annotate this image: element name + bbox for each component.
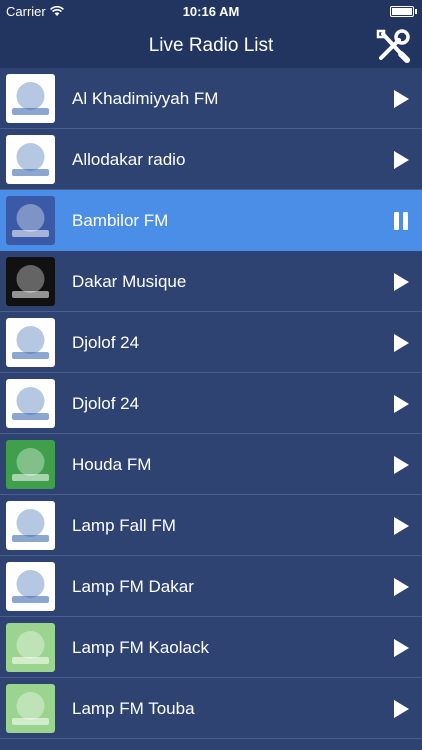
play-icon[interactable] (390, 149, 412, 171)
station-row[interactable]: Dakar Musique (0, 251, 422, 312)
navigation-bar: Live Radio List (0, 24, 422, 68)
play-icon[interactable] (390, 637, 412, 659)
station-logo (6, 135, 55, 184)
battery-icon (390, 6, 417, 17)
station-row[interactable]: Al Khadimiyyah FM (0, 68, 422, 129)
station-name: Bambilor FM (72, 211, 169, 230)
station-row[interactable]: Lamp Fall FM (0, 495, 422, 556)
station-name: Djolof 24 (72, 333, 140, 352)
station-row[interactable]: Bambilor FM (0, 190, 422, 251)
station-row[interactable]: Lamp FM Kaolack (0, 617, 422, 678)
settings-button[interactable] (374, 27, 412, 65)
play-icon[interactable] (390, 576, 412, 598)
page-title: Live Radio List (148, 35, 274, 56)
play-icon[interactable] (390, 698, 412, 720)
play-icon[interactable] (390, 332, 412, 354)
station-row[interactable]: Allodakar radio (0, 129, 422, 190)
station-name: Al Khadimiyyah FM (72, 89, 219, 108)
station-name: Lamp FM Kaolack (72, 638, 209, 657)
tools-icon (376, 29, 410, 63)
station-list: Al Khadimiyyah FM Allodakar radio Bambilor… (0, 68, 422, 750)
pause-icon[interactable] (390, 210, 412, 232)
station-name: Houda FM (72, 455, 152, 474)
station-name: Dakar Musique (72, 272, 187, 291)
station-logo (6, 74, 55, 123)
station-name: Allodakar radio (72, 150, 186, 169)
station-logo (6, 684, 55, 733)
play-icon[interactable] (390, 393, 412, 415)
station-row[interactable]: Djolof 24 (0, 373, 422, 434)
station-name: Lamp FM Dakar (72, 577, 194, 596)
play-icon[interactable] (390, 88, 412, 110)
station-name: Lamp Fall FM (72, 516, 176, 535)
station-logo (6, 501, 55, 550)
station-name: Djolof 24 (72, 394, 140, 413)
station-row[interactable]: Lamp FM Touba (0, 678, 422, 739)
station-logo (6, 196, 55, 245)
play-icon[interactable] (390, 454, 412, 476)
status-bar: Carrier 10:16 AM (0, 0, 422, 24)
station-logo (6, 257, 55, 306)
play-icon[interactable] (390, 271, 412, 293)
station-logo (6, 562, 55, 611)
station-row[interactable]: Houda FM (0, 434, 422, 495)
station-logo (6, 623, 55, 672)
station-logo (6, 318, 55, 367)
station-name: Lamp FM Touba (72, 699, 195, 718)
play-icon[interactable] (390, 515, 412, 537)
station-logo (6, 440, 55, 489)
station-row[interactable]: Djolof 24 (0, 312, 422, 373)
clock: 10:16 AM (182, 4, 240, 19)
station-logo (6, 379, 55, 428)
station-row[interactable]: Lamp FM Dakar (0, 556, 422, 617)
